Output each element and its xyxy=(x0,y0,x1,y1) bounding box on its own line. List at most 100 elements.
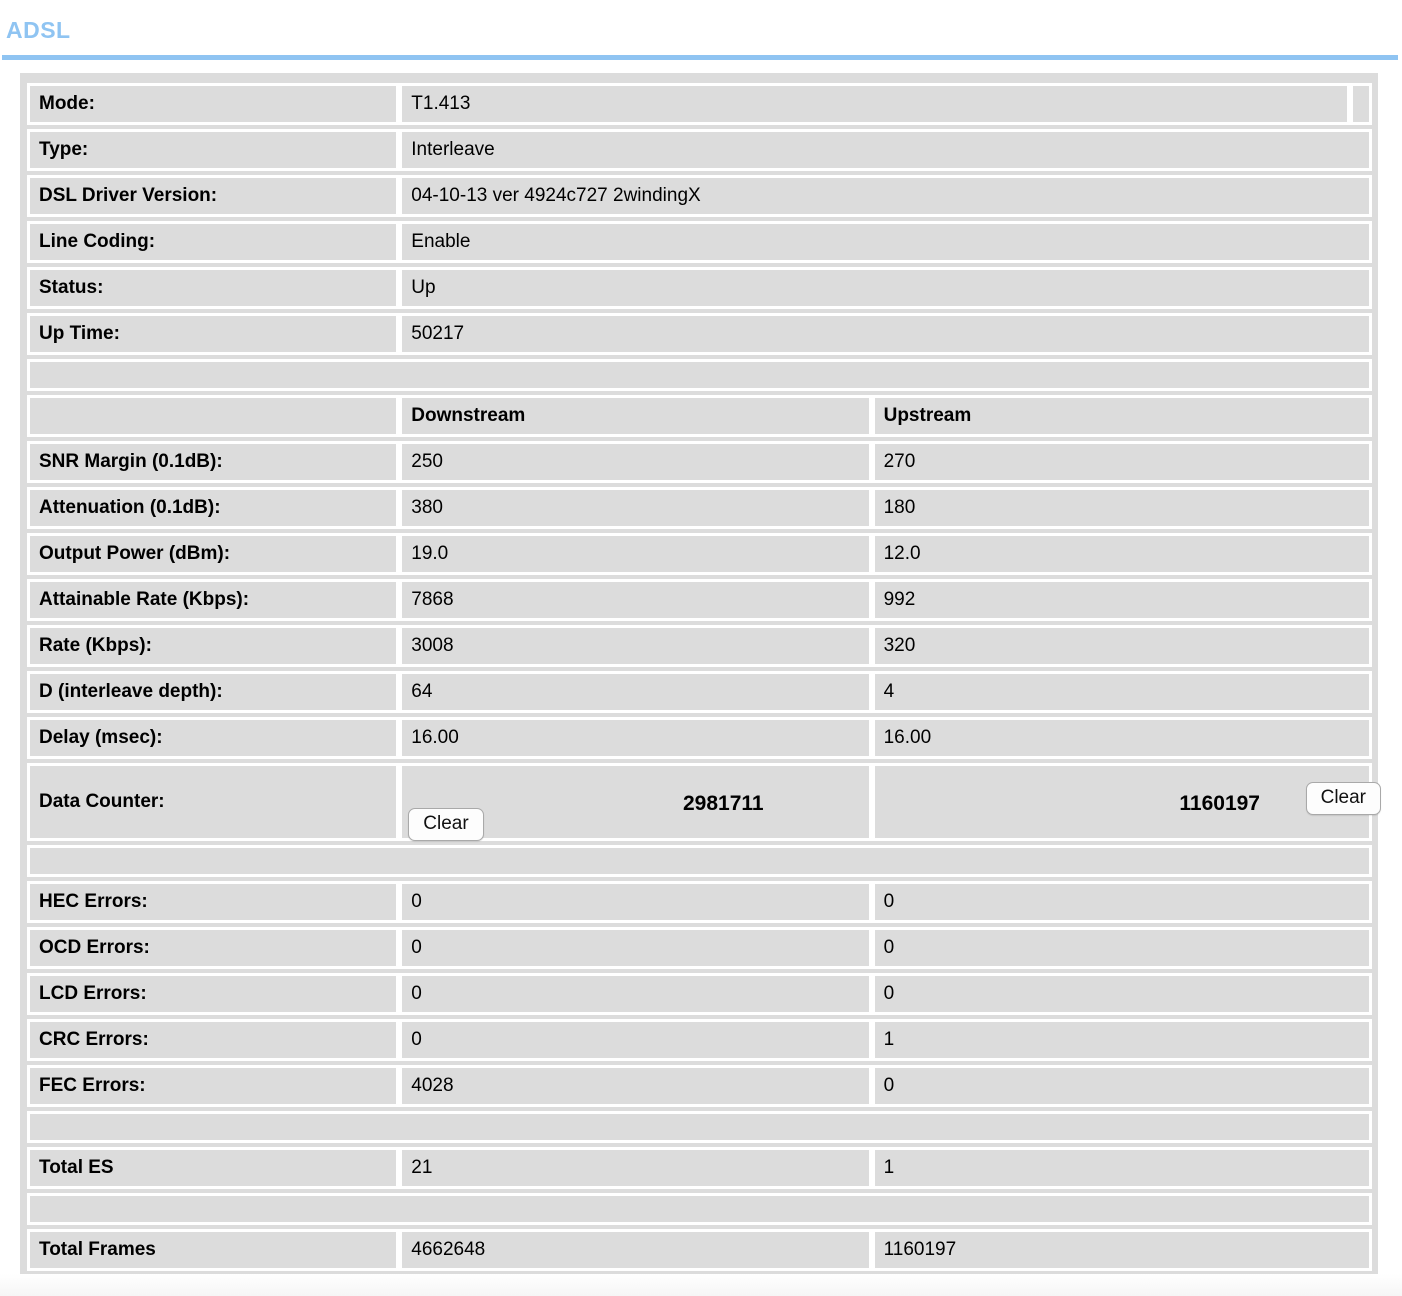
row-downstream-lcd-errors: 0 xyxy=(399,973,872,1016)
row-label-attenuation: Attenuation (0.1dB): xyxy=(27,487,400,530)
page-title: ADSL xyxy=(6,17,71,43)
row-downstream-interleave-depth: 64 xyxy=(399,671,872,714)
adsl-status-page: ADSL Mode: T1.413 Type: Interleave DSL D… xyxy=(0,0,1402,1296)
table-row: Mode: T1.413 xyxy=(27,83,1372,126)
adsl-stats-panel: Mode: T1.413 Type: Interleave DSL Driver… xyxy=(20,73,1381,1282)
table-row: OCD Errors: 0 0 xyxy=(27,927,1372,970)
row-label-up-time: Up Time: xyxy=(27,313,400,356)
clear-downstream-wrap: Clear xyxy=(408,808,484,842)
row-downstream-attainable-rate: 7868 xyxy=(399,579,872,622)
table-row: Up Time: 50217 xyxy=(27,313,1372,356)
row-label-mode: Mode: xyxy=(27,83,400,126)
spacer-cell xyxy=(27,1111,1372,1144)
row-downstream-total-es: 21 xyxy=(399,1147,872,1190)
row-upstream-interleave-depth: 4 xyxy=(871,671,1372,714)
table-row: Status: Up xyxy=(27,267,1372,310)
row-downstream-rate: 3008 xyxy=(399,625,872,668)
page-bottom-edge xyxy=(0,1274,1402,1296)
section-spacer xyxy=(27,845,1372,878)
row-label-delay: Delay (msec): xyxy=(27,717,400,760)
table-row: Attainable Rate (Kbps): 7868 992 xyxy=(27,579,1372,622)
row-upstream-hec-errors: 0 xyxy=(871,881,1372,924)
row-downstream-attenuation: 380 xyxy=(399,487,872,530)
table-row: Line Coding: Enable xyxy=(27,221,1372,264)
row-label-total-es: Total ES xyxy=(27,1147,400,1190)
column-header-blank xyxy=(27,395,400,438)
row-upstream-total-frames: 1160197 xyxy=(871,1229,1372,1272)
table-row: D (interleave depth): 64 4 xyxy=(27,671,1372,714)
row-downstream-snr-margin: 250 xyxy=(399,441,872,484)
adsl-stats-table: Mode: T1.413 Type: Interleave DSL Driver… xyxy=(27,79,1381,1275)
table-row: Type: Interleave xyxy=(27,129,1372,172)
column-header-downstream: Downstream xyxy=(399,395,872,438)
row-upstream-lcd-errors: 0 xyxy=(871,973,1372,1016)
section-spacer xyxy=(27,1193,1372,1226)
table-row: Attenuation (0.1dB): 380 180 xyxy=(27,487,1372,530)
row-upstream-fec-errors: 0 xyxy=(871,1065,1372,1108)
spacer-cell xyxy=(27,359,1372,392)
row-upstream-output-power: 12.0 xyxy=(871,533,1372,576)
row-label-interleave-depth: D (interleave depth): xyxy=(27,671,400,714)
table-row: FEC Errors: 4028 0 xyxy=(27,1065,1372,1108)
row-downstream-delay: 16.00 xyxy=(399,717,872,760)
data-counter-row: Data Counter: 2981711 Clear 1160197 Clea… xyxy=(27,763,1381,842)
title-divider xyxy=(2,55,1398,61)
row-label-snr-margin: SNR Margin (0.1dB): xyxy=(27,441,400,484)
table-row: SNR Margin (0.1dB): 250 270 xyxy=(27,441,1372,484)
data-counter-downstream-cell: 2981711 Clear xyxy=(399,763,872,842)
section-spacer xyxy=(27,1111,1372,1144)
table-row: HEC Errors: 0 0 xyxy=(27,881,1372,924)
row-label-line-coding: Line Coding: xyxy=(27,221,400,264)
row-label-status: Status: xyxy=(27,267,400,310)
row-label-lcd-errors: LCD Errors: xyxy=(27,973,400,1016)
data-counter-upstream-value: 1160197 xyxy=(1179,791,1260,815)
row-upstream-rate: 320 xyxy=(871,625,1372,668)
table-row: Delay (msec): 16.00 16.00 xyxy=(27,717,1372,760)
row-downstream-ocd-errors: 0 xyxy=(399,927,872,970)
row-label-fec-errors: FEC Errors: xyxy=(27,1065,400,1108)
table-row: LCD Errors: 0 0 xyxy=(27,973,1372,1016)
clear-upstream-button[interactable]: Clear xyxy=(1305,782,1381,816)
row-label-rate: Rate (Kbps): xyxy=(27,625,400,668)
column-header-upstream: Upstream xyxy=(871,395,1372,438)
row-extra-cell xyxy=(1349,83,1372,126)
data-counter-upstream-cell: 1160197 Clear xyxy=(871,763,1381,842)
row-label-crc-errors: CRC Errors: xyxy=(27,1019,400,1062)
row-value-line-coding: Enable xyxy=(399,221,1372,264)
row-upstream-attainable-rate: 992 xyxy=(871,579,1372,622)
row-label-type: Type: xyxy=(27,129,400,172)
table-row: Total Frames 4662648 1160197 xyxy=(27,1229,1372,1272)
row-label-attainable-rate: Attainable Rate (Kbps): xyxy=(27,579,400,622)
row-value-mode: T1.413 xyxy=(399,83,1350,126)
row-upstream-crc-errors: 1 xyxy=(871,1019,1372,1062)
row-downstream-fec-errors: 4028 xyxy=(399,1065,872,1108)
row-downstream-crc-errors: 0 xyxy=(399,1019,872,1062)
table-row: Output Power (dBm): 19.0 12.0 xyxy=(27,533,1372,576)
row-downstream-hec-errors: 0 xyxy=(399,881,872,924)
row-upstream-delay: 16.00 xyxy=(871,717,1372,760)
row-label-output-power: Output Power (dBm): xyxy=(27,533,400,576)
clear-upstream-wrap: Clear xyxy=(1305,782,1381,816)
row-upstream-attenuation: 180 xyxy=(871,487,1372,530)
row-label-dsl-driver-version: DSL Driver Version: xyxy=(27,175,400,218)
column-header-row: Downstream Upstream xyxy=(27,395,1372,438)
row-label-ocd-errors: OCD Errors: xyxy=(27,927,400,970)
row-label-data-counter: Data Counter: xyxy=(27,763,400,842)
section-spacer xyxy=(27,359,1372,392)
row-upstream-ocd-errors: 0 xyxy=(871,927,1372,970)
clear-downstream-button[interactable]: Clear xyxy=(408,808,484,842)
row-label-total-frames: Total Frames xyxy=(27,1229,400,1272)
row-label-hec-errors: HEC Errors: xyxy=(27,881,400,924)
row-value-type: Interleave xyxy=(399,129,1372,172)
spacer-cell xyxy=(27,1193,1372,1226)
table-row: DSL Driver Version: 04-10-13 ver 4924c72… xyxy=(27,175,1372,218)
spacer-cell xyxy=(27,845,1372,878)
row-value-status: Up xyxy=(399,267,1372,310)
row-downstream-output-power: 19.0 xyxy=(399,533,872,576)
row-value-dsl-driver-version: 04-10-13 ver 4924c727 2windingX xyxy=(399,175,1372,218)
row-value-up-time: 50217 xyxy=(399,313,1372,356)
row-upstream-snr-margin: 270 xyxy=(871,441,1372,484)
row-downstream-total-frames: 4662648 xyxy=(399,1229,872,1272)
table-row: Total ES 21 1 xyxy=(27,1147,1372,1190)
row-upstream-total-es: 1 xyxy=(871,1147,1372,1190)
